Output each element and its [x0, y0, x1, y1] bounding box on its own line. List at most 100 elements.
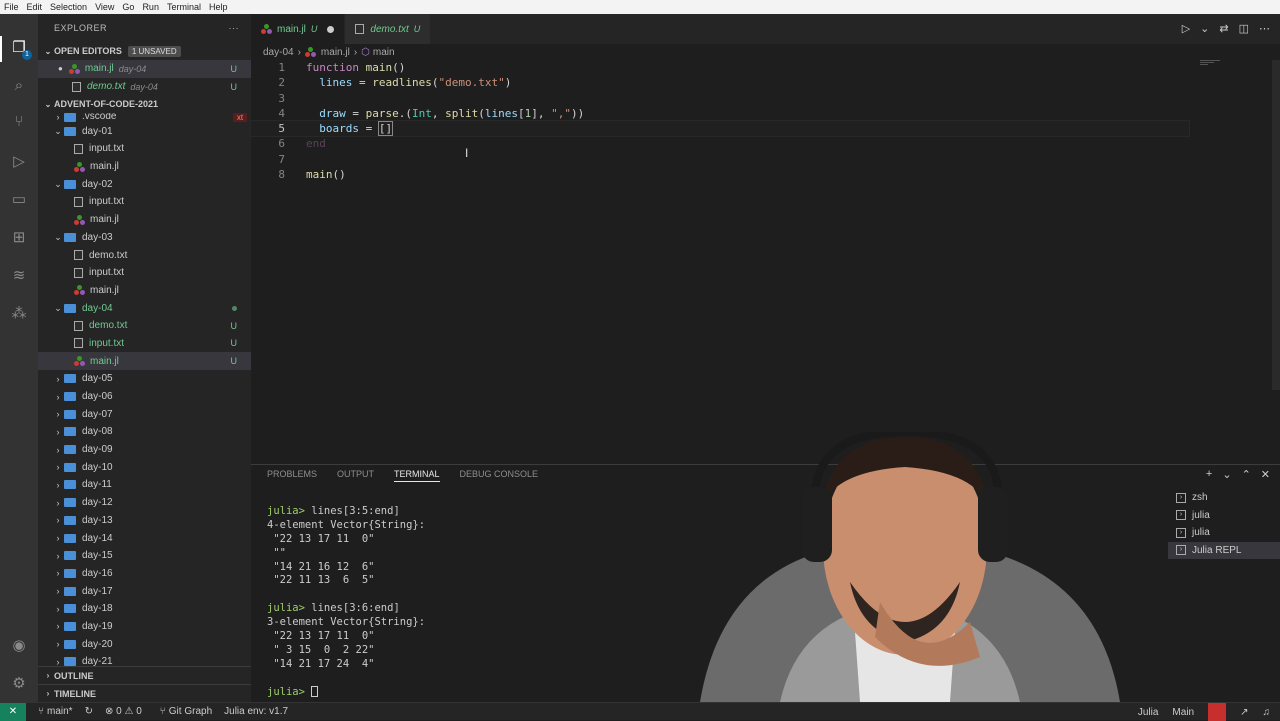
tree-folder-day-14[interactable]: › day-14	[38, 529, 251, 547]
tab-main-jl[interactable]: main.jl U	[251, 14, 346, 44]
menu-selection[interactable]: Selection	[50, 2, 87, 12]
tab-terminal[interactable]: TERMINAL	[394, 469, 440, 482]
tab-demo-txt[interactable]: demo.txt U	[345, 14, 432, 44]
sync-icon[interactable]: ↻	[85, 706, 93, 717]
tree-file-input-txt[interactable]: input.txt	[38, 140, 251, 158]
git-branch[interactable]: ⑂ main*	[38, 706, 73, 717]
terminal-item-selected[interactable]: › Julia REPL	[1168, 541, 1280, 559]
menu-go[interactable]: Go	[122, 2, 134, 12]
folder-icon	[64, 515, 76, 525]
code-editor[interactable]: 1 function main() 2 lines = readlines("de…	[250, 60, 1261, 182]
compare-changes-icon[interactable]: ⇄	[1219, 22, 1228, 35]
open-editor-demo-txt[interactable]: demo.txt day-04 U	[38, 78, 251, 96]
notifications-icon[interactable]: ♫	[1263, 707, 1271, 718]
chevron-down-icon[interactable]: ⌄	[1222, 468, 1231, 481]
extensions-icon[interactable]: ⊞	[9, 228, 29, 248]
feedback-icon[interactable]: ↗	[1240, 707, 1248, 718]
tree-file-demo-txt[interactable]: demo.txt U	[38, 317, 251, 335]
terminal-prompt-line[interactable]: julia>	[267, 686, 425, 700]
more-actions-icon[interactable]: ···	[229, 23, 240, 33]
terminal-item[interactable]: › julia	[1168, 524, 1280, 542]
menu-edit[interactable]: Edit	[27, 2, 43, 12]
close-icon[interactable]: ✕	[1261, 468, 1270, 481]
run-icon[interactable]: ▷	[1182, 22, 1190, 35]
tree-folder-day-04[interactable]: ⌄ day-04	[38, 299, 251, 317]
julia-file-icon	[74, 214, 85, 225]
git-graph-button[interactable]: ⑂ Git Graph	[160, 706, 212, 717]
timeline-header[interactable]: › TIMELINE	[38, 684, 251, 702]
search-icon[interactable]: ⌕	[9, 76, 29, 96]
tree-folder-day-10[interactable]: › day-10	[38, 458, 251, 476]
tree-file-input-txt[interactable]: input.txt U	[38, 335, 251, 353]
tree-folder-day-05[interactable]: › day-05	[38, 370, 251, 388]
maximize-panel-icon[interactable]: ⌃	[1242, 468, 1251, 481]
source-control-icon[interactable]: ⑂	[9, 112, 29, 132]
breadcrumb-folder[interactable]: day-04	[263, 47, 294, 58]
tree-folder-day-20[interactable]: › day-20	[38, 635, 251, 653]
tab-debug-console[interactable]: DEBUG CONSOLE	[460, 469, 539, 481]
remote-explorer-icon[interactable]: ▭	[9, 190, 29, 210]
breadcrumb-file[interactable]: main.jl	[321, 47, 350, 58]
tree-folder-day-13[interactable]: › day-13	[38, 512, 251, 530]
julia-icon[interactable]: ⁂	[9, 304, 29, 324]
tree-folder-day-03[interactable]: ⌄ day-03	[38, 229, 251, 247]
open-editors-header[interactable]: ⌄ OPEN EDITORS 1 UNSAVED	[38, 42, 251, 60]
problems-indicator[interactable]: ⊗ 0 ⚠ 0	[105, 706, 142, 717]
tree-file-main-jl[interactable]: main.jl	[38, 158, 251, 176]
tree-file-main-jl-selected[interactable]: main.jl U	[38, 352, 251, 370]
open-editor-main-jl[interactable]: ● main.jl day-04 U	[38, 60, 251, 78]
tree-folder-vscode[interactable]: › .vscode xt	[38, 113, 251, 123]
tree-file-demo-txt[interactable]: demo.txt	[38, 246, 251, 264]
julia-module[interactable]: Main	[1172, 707, 1194, 718]
tree-folder-day-06[interactable]: › day-06	[38, 388, 251, 406]
docker-icon[interactable]: ≋	[9, 266, 29, 286]
gear-icon[interactable]: ⚙	[9, 674, 29, 694]
language-mode[interactable]: Julia	[1138, 707, 1159, 718]
more-actions-icon[interactable]: ⋯	[1259, 22, 1270, 35]
tree-file-main-jl[interactable]: main.jl	[38, 211, 251, 229]
tree-folder-day-02[interactable]: ⌄ day-02	[38, 175, 251, 193]
minimap[interactable]	[1200, 60, 1260, 80]
menu-file[interactable]: File	[4, 2, 19, 12]
account-icon[interactable]: ◉	[9, 636, 29, 656]
tree-folder-day-16[interactable]: › day-16	[38, 565, 251, 583]
tree-folder-day-07[interactable]: › day-07	[38, 405, 251, 423]
tree-folder-day-19[interactable]: › day-19	[38, 618, 251, 636]
tree-folder-day-11[interactable]: › day-11	[38, 476, 251, 494]
breadcrumb-symbol[interactable]: main	[373, 47, 395, 58]
error-indicator[interactable]	[1208, 703, 1227, 721]
menu-view[interactable]: View	[95, 2, 114, 12]
chevron-down-icon[interactable]: ⌄	[1200, 22, 1209, 35]
editor-scrollbar[interactable]	[1272, 60, 1280, 390]
terminal-line: "22 11 13 6 5"	[267, 574, 375, 587]
menu-terminal[interactable]: Terminal	[167, 2, 201, 12]
add-terminal-icon[interactable]: +	[1206, 468, 1212, 481]
outline-header[interactable]: › OUTLINE	[38, 666, 251, 684]
tree-folder-day-15[interactable]: › day-15	[38, 547, 251, 565]
tree-folder-day-01[interactable]: ⌄ day-01	[38, 122, 251, 140]
terminal-item[interactable]: › zsh	[1168, 489, 1280, 507]
terminal-item[interactable]: › julia	[1168, 507, 1280, 525]
remote-indicator[interactable]: ✕	[0, 702, 26, 721]
tree-file-main-jl[interactable]: main.jl	[38, 282, 251, 300]
unsaved-dot-icon[interactable]: ●	[58, 64, 63, 73]
tab-problems[interactable]: PROBLEMS	[267, 469, 317, 481]
split-editor-icon[interactable]: ◫	[1239, 22, 1249, 35]
workspace-header[interactable]: ⌄ ADVENT-OF-CODE-2021	[38, 95, 251, 113]
chevron-down-icon: ⌄	[44, 46, 52, 56]
menu-run[interactable]: Run	[142, 2, 159, 12]
tree-folder-day-09[interactable]: › day-09	[38, 441, 251, 459]
tree-folder-day-08[interactable]: › day-08	[38, 423, 251, 441]
run-debug-icon[interactable]: ▷	[9, 152, 29, 172]
tree-folder-day-17[interactable]: › day-17	[38, 582, 251, 600]
tree-file-input-txt[interactable]: input.txt	[38, 264, 251, 282]
menu-help[interactable]: Help	[209, 2, 228, 12]
julia-env[interactable]: Julia env: v1.7	[224, 706, 288, 717]
tree-folder-day-12[interactable]: › day-12	[38, 494, 251, 512]
tab-output[interactable]: OUTPUT	[337, 469, 374, 481]
chevron-right-icon: ›	[56, 391, 60, 402]
unsaved-dot-icon[interactable]	[327, 25, 335, 33]
terminal-output[interactable]: julia> lines[3:5:end] 4-element Vector{St…	[267, 505, 425, 699]
tree-folder-day-18[interactable]: › day-18	[38, 600, 251, 618]
tree-file-input-txt[interactable]: input.txt	[38, 193, 251, 211]
